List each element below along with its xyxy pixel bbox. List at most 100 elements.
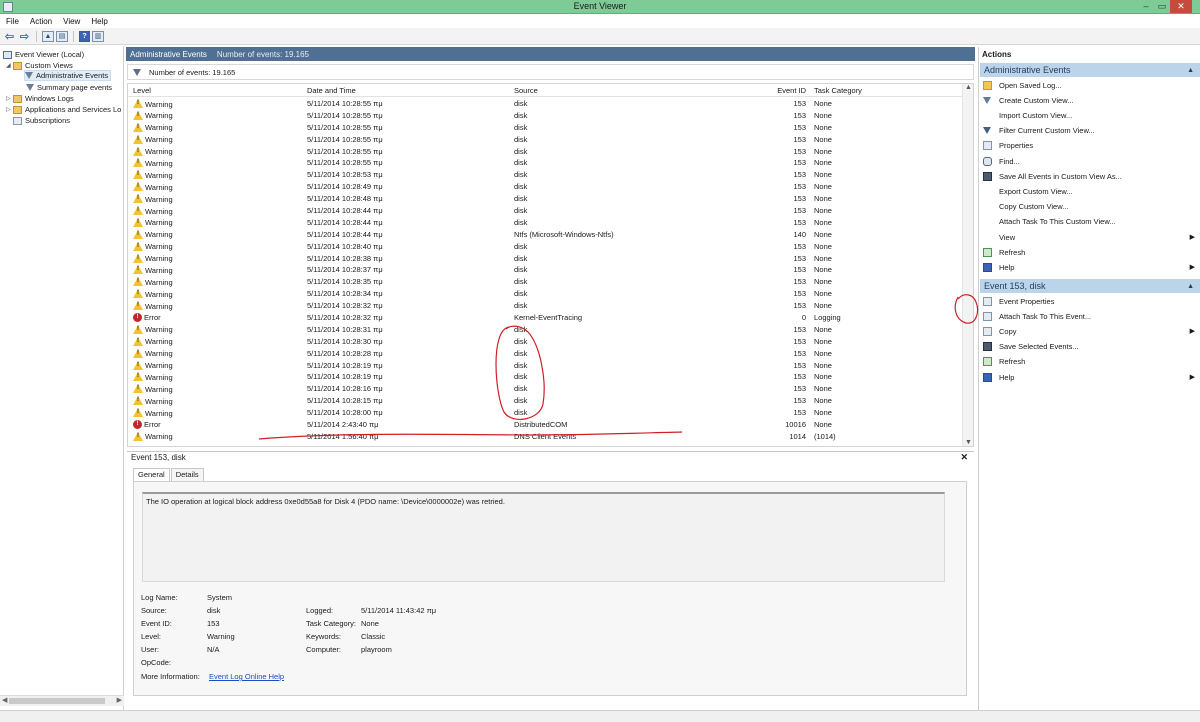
filter-bar: Number of events: 19.165 [127, 64, 974, 80]
tree-item-summary-page-events[interactable]: Summary page events [26, 82, 112, 93]
action-find[interactable]: Find... [983, 154, 1197, 168]
column-header-date[interactable]: Date and Time [307, 86, 356, 95]
table-row[interactable]: Warning 5/11/2014 10:28:40 πμ disk 153 None [128, 241, 963, 253]
column-header-level[interactable]: Level [133, 86, 151, 95]
minimize-button[interactable]: – [1138, 0, 1154, 13]
table-row[interactable]: Warning 5/11/2014 10:28:37 πμ disk 153 None [128, 264, 963, 276]
show-hide-tree-icon[interactable]: ▤ [56, 30, 68, 42]
menu-file[interactable]: File [6, 17, 19, 26]
menu-view[interactable]: View [63, 17, 80, 26]
table-row[interactable]: Warning 5/11/2014 10:28:28 πμ disk 153 None [128, 348, 963, 360]
action-refresh[interactable]: Refresh [983, 245, 1197, 259]
scroll-thumb[interactable] [9, 698, 105, 704]
action-copy-custom-view[interactable]: Copy Custom View... [983, 200, 1197, 214]
action-help[interactable]: Help ▶ [983, 260, 1197, 274]
table-row[interactable]: Warning 5/11/2014 10:28:38 πμ disk 153 None [128, 253, 963, 265]
table-row[interactable]: Warning 5/11/2014 10:28:55 πμ disk 153 None [128, 146, 963, 158]
actions-section-administrative-events[interactable]: Administrative Events ▲ [980, 63, 1200, 77]
tree-item-subscriptions[interactable]: Subscriptions [13, 115, 70, 126]
tab-general[interactable]: General [133, 468, 170, 481]
table-vertical-scrollbar[interactable]: ▲ ▼ [962, 84, 973, 446]
cell-level: ! Error [133, 420, 161, 430]
help-icon[interactable]: ? [79, 30, 90, 42]
table-row[interactable]: Warning 5/11/2014 10:28:19 πμ disk 153 None [128, 371, 963, 383]
table-row[interactable]: Warning 5/11/2014 10:28:16 πμ disk 153 None [128, 383, 963, 395]
action-copy[interactable]: Copy ▶ [983, 324, 1197, 338]
table-row[interactable]: Warning 5/11/2014 10:28:53 πμ disk 153 None [128, 169, 963, 181]
table-row[interactable]: Warning 5/11/2014 10:28:19 πμ disk 153 None [128, 360, 963, 372]
table-row[interactable]: Warning 5/11/2014 10:28:44 πμ disk 153 None [128, 205, 963, 217]
cell-event-id: 153 [793, 99, 806, 108]
tree-item-applications-and-services[interactable]: ▷ Applications and Services Lo [6, 104, 121, 115]
table-row[interactable]: Warning 5/11/2014 10:28:30 πμ disk 153 None [128, 336, 963, 348]
scroll-down-icon[interactable]: ▼ [965, 439, 972, 446]
expand-icon[interactable]: ▷ [6, 106, 13, 113]
up-folder-icon[interactable]: ▲ [42, 30, 54, 42]
menu-action[interactable]: Action [30, 17, 52, 26]
scroll-right-icon[interactable]: ▶ [117, 696, 122, 704]
table-row[interactable]: Warning 5/11/2014 10:28:00 πμ disk 153 None [128, 407, 963, 419]
table-row[interactable]: ! Error 5/11/2014 2:43:40 πμ DistributedCOM… [128, 419, 963, 431]
action-attach-task-to-this-event[interactable]: Attach Task To This Event... [983, 309, 1197, 323]
table-row[interactable]: Warning 5/11/2014 10:28:55 πμ disk 153 None [128, 110, 963, 122]
tab-details[interactable]: Details [170, 468, 204, 481]
scroll-left-icon[interactable]: ◀ [2, 696, 7, 704]
forward-icon[interactable]: ⇨ [18, 30, 31, 43]
action-open-saved-log[interactable]: Open Saved Log... [983, 78, 1197, 92]
cell-level: Warning [133, 265, 173, 275]
navigation-tree: Event Viewer (Local) ◢ Custom Views Admi… [0, 46, 124, 710]
table-row[interactable]: Warning 5/11/2014 10:28:44 πμ Ntfs (Micros… [128, 229, 963, 241]
table-row[interactable]: Warning 5/11/2014 10:28:55 πμ disk 153 None [128, 122, 963, 134]
event-log-online-help-link[interactable]: Event Log Online Help [209, 672, 284, 681]
table-row[interactable]: Warning 5/11/2014 10:28:48 πμ disk 153 None [128, 193, 963, 205]
column-header-source[interactable]: Source [514, 86, 538, 95]
warning-icon [133, 289, 143, 299]
maximize-button[interactable]: ▭ [1154, 0, 1170, 13]
action-help[interactable]: Help ▶ [983, 370, 1197, 384]
tree-item-windows-logs[interactable]: ▷ Windows Logs [6, 93, 74, 104]
cell-task-category: None [814, 396, 832, 406]
action-save-selected-events[interactable]: Save Selected Events... [983, 340, 1197, 354]
action-import-custom-view[interactable]: Import Custom View... [983, 108, 1197, 122]
action-save-all-events-in-custom-view-as[interactable]: Save All Events in Custom View As... [983, 169, 1197, 183]
table-row[interactable]: Warning 5/11/2014 10:28:34 πμ disk 153 None [128, 288, 963, 300]
action-create-custom-view[interactable]: Create Custom View... [983, 93, 1197, 107]
table-row[interactable]: Warning 5/11/2014 10:28:44 πμ disk 153 None [128, 217, 963, 229]
menu-help[interactable]: Help [91, 17, 107, 26]
table-row[interactable]: Warning 5/11/2014 10:28:49 πμ disk 153 None [128, 181, 963, 193]
table-row[interactable]: Warning 5/11/2014 10:28:55 πμ disk 153 None [128, 98, 963, 110]
tree-item-administrative-events[interactable]: Administrative Events [24, 70, 112, 81]
action-refresh[interactable]: Refresh [983, 355, 1197, 369]
collapse-caret-icon[interactable]: ▲ [1187, 67, 1194, 74]
action-attach-task-to-this-custom-view[interactable]: Attach Task To This Custom View... [983, 215, 1197, 229]
table-row[interactable]: Warning 5/11/2014 10:28:15 πμ disk 153 None [128, 395, 963, 407]
table-row[interactable]: Warning 5/11/2014 10:28:31 πμ disk 153 None [128, 324, 963, 336]
action-view[interactable]: View ▶ [983, 230, 1197, 244]
back-icon[interactable]: ⇦ [3, 30, 16, 43]
actions-section-event[interactable]: Event 153, disk ▲ [980, 279, 1200, 293]
table-row[interactable]: Warning 5/11/2014 10:28:55 πμ disk 153 None [128, 157, 963, 169]
table-row[interactable]: ! Error 5/11/2014 10:28:32 πμ Kernel-EventT… [128, 312, 963, 324]
tree-horizontal-scrollbar[interactable]: ◀ ▶ [0, 695, 124, 706]
detail-close-icon[interactable]: ✕ [960, 452, 968, 463]
table-row[interactable]: Warning 5/11/2014 10:28:32 πμ disk 153 None [128, 300, 963, 312]
tree-item-event-viewer-local[interactable]: Event Viewer (Local) [3, 49, 84, 60]
collapse-caret-icon[interactable]: ▲ [1187, 283, 1194, 290]
status-bar [0, 710, 1200, 722]
action-export-custom-view[interactable]: Export Custom View... [983, 184, 1197, 198]
column-header-task-category[interactable]: Task Category [814, 86, 862, 95]
action-properties[interactable]: Properties [983, 139, 1197, 153]
action-event-properties[interactable]: Event Properties [983, 294, 1197, 308]
table-row[interactable]: Warning 5/11/2014 10:28:55 πμ disk 153 None [128, 134, 963, 146]
scroll-up-icon[interactable]: ▲ [965, 84, 972, 91]
section-label: Event 153, disk [984, 281, 1046, 291]
cell-source: disk [514, 170, 528, 180]
column-header-event-id[interactable]: Event ID [758, 86, 806, 95]
table-row[interactable]: Warning 5/11/2014 1:56:40 πμ DNS Client Ev… [128, 431, 963, 443]
action-filter-current-custom-view[interactable]: Filter Current Custom View... [983, 124, 1197, 138]
expand-icon[interactable]: ▷ [6, 95, 13, 102]
show-hide-action-pane-icon[interactable]: ▥ [92, 30, 104, 42]
close-button[interactable]: ✕ [1170, 0, 1192, 13]
collapse-icon[interactable]: ◢ [6, 62, 13, 69]
table-row[interactable]: Warning 5/11/2014 10:28:35 πμ disk 153 None [128, 276, 963, 288]
